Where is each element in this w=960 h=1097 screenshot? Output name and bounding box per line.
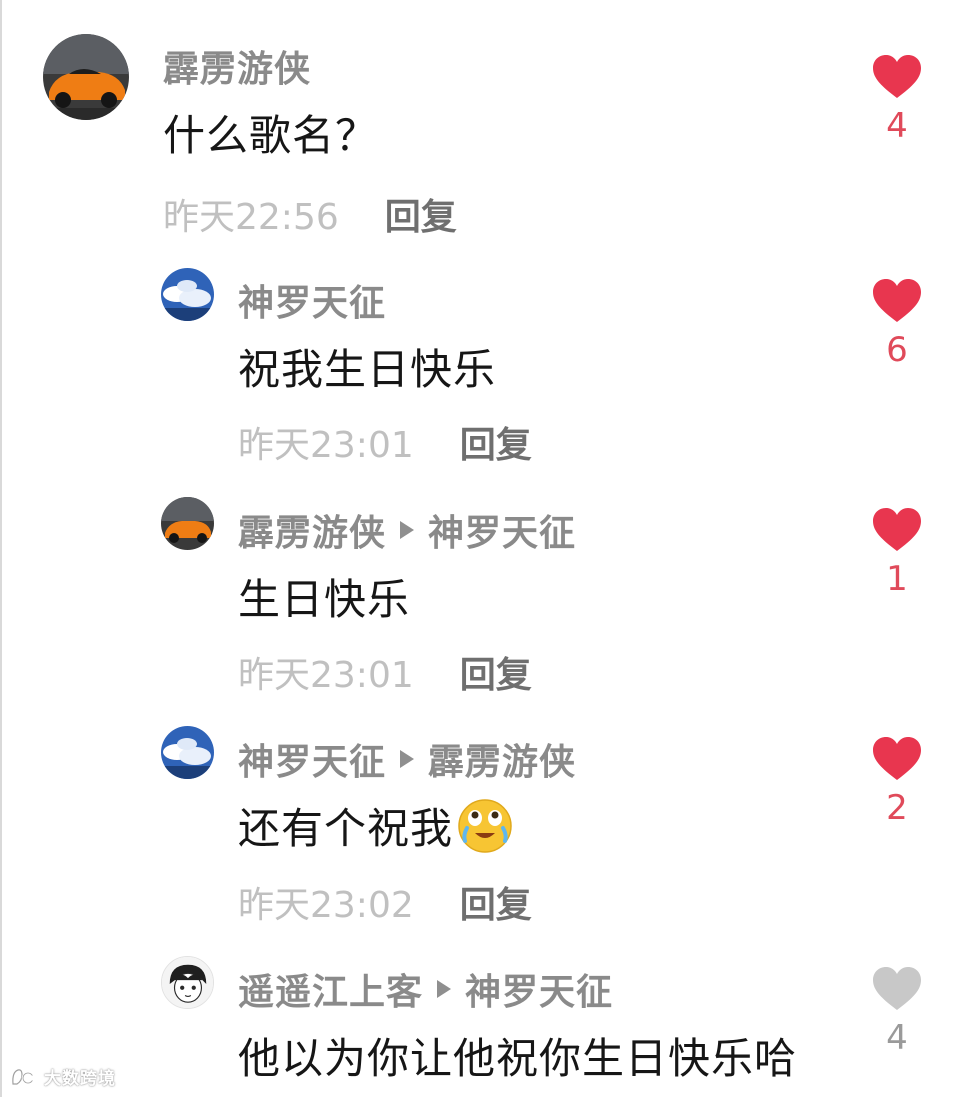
like-button[interactable]: 2 <box>871 736 923 828</box>
reply-button[interactable]: 回复 <box>460 416 532 468</box>
car-avatar-icon <box>161 497 214 550</box>
comment-author[interactable]: 霹雳游侠 <box>238 504 386 556</box>
manga-avatar-icon <box>162 957 213 1008</box>
comment-text-content: 他以为你让他祝你生日快乐哈 <box>238 1033 798 1083</box>
watermark: 大数跨境 <box>10 1064 116 1089</box>
comment-time: 昨天23:01 <box>238 425 414 466</box>
like-button[interactable]: 4 <box>871 966 923 1058</box>
reply-target[interactable]: 神罗天征 <box>428 504 576 556</box>
sky-avatar-icon <box>161 726 214 779</box>
comment-text: 还有个祝我 <box>238 795 515 855</box>
like-count: 6 <box>886 330 908 370</box>
frame-edge <box>0 0 2 1097</box>
reply-button[interactable]: 回复 <box>460 876 532 928</box>
reply-button[interactable]: 回复 <box>460 646 532 698</box>
sky-avatar-icon <box>161 268 214 321</box>
reply-arrow-icon <box>400 750 415 768</box>
crying-laughing-emoji-icon <box>458 799 512 853</box>
comment-time: 昨天23:01 <box>238 655 414 696</box>
like-button[interactable]: 4 <box>871 54 923 146</box>
comment-author[interactable]: 神罗天征 <box>238 733 386 785</box>
comment-text-content: 还有个祝我 <box>238 803 454 853</box>
watermark-logo-icon <box>12 1068 40 1085</box>
comment-author[interactable]: 神罗天征 <box>238 274 386 326</box>
watermark-text: 大数跨境 <box>44 1069 116 1089</box>
avatar[interactable] <box>43 34 129 120</box>
car-avatar-icon <box>43 34 129 120</box>
reply-button[interactable]: 回复 <box>385 188 457 240</box>
comment-text-content: 生日快乐 <box>238 574 411 624</box>
comment-author[interactable]: 遥遥江上客 <box>238 963 423 1015</box>
like-count: 4 <box>886 1018 908 1058</box>
reply-arrow-icon <box>437 980 452 998</box>
like-button[interactable]: 6 <box>871 278 923 370</box>
heart-icon <box>873 508 921 551</box>
heart-icon <box>873 737 921 780</box>
reply-target[interactable]: 神罗天征 <box>465 963 613 1015</box>
like-count: 1 <box>886 559 908 599</box>
heart-icon <box>873 279 921 322</box>
comment-author[interactable]: 霹雳游侠 <box>163 40 311 92</box>
comment-text: 什么歌名？ <box>163 104 378 160</box>
comment-text: 祝我生日快乐 <box>238 338 496 394</box>
comment-text-content: 什么歌名？ <box>163 110 379 160</box>
comment-time: 昨天23:02 <box>238 885 414 926</box>
avatar[interactable] <box>161 726 214 779</box>
comment-text: 他以为你让他祝你生日快乐哈 <box>238 1027 797 1083</box>
avatar[interactable] <box>161 956 214 1009</box>
reply-target[interactable]: 霹雳游侠 <box>428 733 576 785</box>
avatar[interactable] <box>161 497 214 550</box>
like-button[interactable]: 1 <box>871 507 923 599</box>
like-count: 4 <box>886 106 908 146</box>
avatar[interactable] <box>161 268 214 321</box>
heart-icon <box>873 55 921 98</box>
reply-arrow-icon <box>400 521 415 539</box>
like-count: 2 <box>886 788 908 828</box>
comment-text: 生日快乐 <box>238 568 410 624</box>
comment-time: 昨天22:56 <box>163 197 339 238</box>
comment-text-content: 祝我生日快乐 <box>238 344 497 394</box>
heart-icon <box>873 967 921 1010</box>
